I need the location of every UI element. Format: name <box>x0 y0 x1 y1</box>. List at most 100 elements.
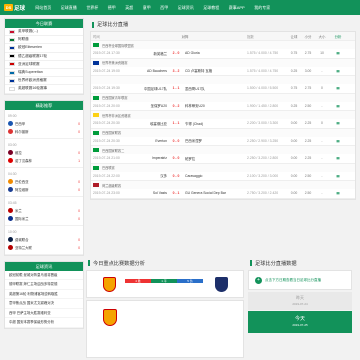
news-link[interactable]: 英超第16轮 利物浦客场逆转取胜 <box>5 290 83 299</box>
today-button[interactable]: 今天 2019-07-25 <box>248 311 352 333</box>
away-team: 诺丁汉森林 <box>15 159 32 163</box>
chart-icon[interactable]: ▮▮ <box>329 174 347 178</box>
nav-link-app[interactable]: 赛事APP <box>229 5 245 10</box>
news-link[interactable]: 德甲联赛 拜仁主场迎战多特蒙德 <box>5 280 83 290</box>
flag-icon <box>93 95 99 100</box>
match-score: 0 - 0 <box>172 138 180 143</box>
team-crest-icon <box>8 216 13 221</box>
today-leagues-title: 今日联赛 <box>5 19 83 28</box>
nav-link-seriea[interactable]: 意甲 <box>143 5 151 10</box>
league-item[interactable]: 世界杯欧洲资格赛 <box>5 77 83 86</box>
league-item[interactable]: 阿联酋 <box>5 36 83 45</box>
news-link[interactable]: 欧冠前瞻 曼城对阵皇马谁将晋级 <box>5 271 83 280</box>
nav-link-bundesliga[interactable]: 德甲 <box>108 5 116 10</box>
match-time: 2019-07-24 17:30 <box>93 51 120 56</box>
bigsmall-value: 0 <box>321 121 323 126</box>
nav-link-worldcup[interactable]: 世界杯 <box>86 5 98 10</box>
home-team: Imperatriz <box>151 156 167 161</box>
chart-icon[interactable]: ▮▮ <box>329 51 347 55</box>
home-score: 0 <box>78 237 80 242</box>
league-item[interactable]: 欧冠Eliteserien <box>5 44 83 53</box>
news-title: 足球资讯 <box>5 261 83 271</box>
match-time: 2019-07-24 21:00 <box>93 156 120 161</box>
league-item[interactable]: 瑞典Superettan <box>5 69 83 78</box>
header-analysis: 分析 <box>334 34 342 39</box>
team-crest-icon <box>8 150 13 155</box>
nav-link-news[interactable]: 足球资讯 <box>178 5 194 10</box>
match-score: 0 - 2 <box>172 103 180 108</box>
analysis-title: 今日重点比赛数据分析 <box>86 258 244 268</box>
home-team: 维拉 <box>15 151 22 155</box>
home-team: 新英格兰 <box>153 51 167 56</box>
nav-link-laliga[interactable]: 西甲 <box>160 5 168 10</box>
news-link[interactable]: 中超 国安本赛季保级形势分析 <box>5 318 83 328</box>
row-league: 巴西杯全球国际联盟赛 <box>91 41 355 49</box>
match-time: 10:00 <box>8 229 17 234</box>
total-value: 2.50 <box>304 103 312 108</box>
away-team: 巴西米涅罗 <box>185 139 202 144</box>
nav-link-home[interactable]: 网站首页 <box>35 5 51 10</box>
chart-icon[interactable]: ▮▮ <box>329 86 347 90</box>
chart-icon[interactable]: ▮▮ <box>329 191 347 195</box>
league-item[interactable]: 英甲联赛(...) <box>5 28 83 37</box>
table-row[interactable]: 世界杯非洲区资格赛 2019-07-24 20:30 埃塞俄比亚 1 - 1 乍得 (C… <box>91 111 355 129</box>
league-item[interactable]: 德乙超级联赛17轮 <box>5 53 83 61</box>
handicap-value: 0.00 <box>290 156 298 161</box>
team-crest-icon <box>8 208 13 213</box>
table-row[interactable]: 巴西杯全球国际联盟赛 2019-07-24 17:30 新英格兰 2 - 0 AD Gi… <box>91 41 355 59</box>
total-value: 2.25 <box>304 121 312 126</box>
table-row[interactable]: 巴西国家联赛 2019-07-24 20:30 Everton 0 - 0 巴西米涅罗 2… <box>91 128 355 146</box>
chart-icon[interactable]: ▮▮ <box>329 139 347 143</box>
recommend-match[interactable]: 03:00 维拉 0 诺丁汉森林 1 <box>5 139 83 168</box>
bigsmall-value: 10 <box>320 51 324 56</box>
yesterday-button[interactable]: 昨天 2019-07-24 <box>248 292 352 310</box>
recommend-match[interactable]: 09:00 巴西甲 0 科尔普斯 0 <box>5 110 83 139</box>
nav-link-live[interactable]: 足球直播 <box>61 5 77 10</box>
away-team: Caravaggio <box>185 173 203 178</box>
chart-icon[interactable]: ▮▮ <box>329 156 347 160</box>
recommend-match[interactable]: 10:00 费城联合 0 亚特兰大联 0 <box>5 226 83 255</box>
away-team: CD 卢塞斯特 瓦格 <box>185 69 213 74</box>
league-item[interactable]: 亚洲足球联赛 <box>5 61 83 69</box>
match-score: 1 - 1 <box>172 121 180 126</box>
table-row[interactable]: 2019-07-24 19:30 中国足球U17队 1 - 1 墨西哥U17队 1.50… <box>91 76 355 94</box>
analysis-card[interactable]: 4 胜 1 平 5 负 <box>86 270 244 298</box>
table-row[interactable]: 巴西联赛 2019-07-24 22:00 汉多 0 - 0 Caravaggio 2.1… <box>91 163 355 181</box>
match-score: 2 - 0 <box>172 51 180 56</box>
analysis-section: 今日重点比赛数据分析 4 胜 1 平 5 负 <box>86 258 244 360</box>
site-logo[interactable]: DS 足球 <box>4 4 25 12</box>
away-team: 阿拉维斯 <box>15 188 29 192</box>
news-link[interactable]: 意甲焦点战 国米尤文巅峰对决 <box>5 299 83 309</box>
match-time: 2019-07-24 20:00 <box>93 103 120 108</box>
table-row[interactable]: 巴西国家联赛二 2019-07-24 21:00 Imperatriz 0 - 0 帕罗… <box>91 146 355 164</box>
live-tip: + 点击下方日期查看当日足球比分直播 <box>248 270 352 290</box>
recommend-match[interactable]: 03:45 米兰 0 国际米兰 0 <box>5 197 83 226</box>
league-item[interactable]: 英超联赛16轮赛事 <box>5 85 83 94</box>
chart-icon[interactable]: ▮▮ <box>329 104 347 108</box>
nav-link-premier[interactable]: 英超 <box>125 5 133 10</box>
league-name: 欧冠Eliteserien <box>18 45 42 50</box>
odds-value: 1.575 / 4.000 / 4.750 <box>247 51 279 56</box>
table-row[interactable]: 世界杯美洲资格赛 2019-07-24 19:00 AD Bauchers 3 - 2… <box>91 58 355 76</box>
news-link[interactable]: 西甲 巴萨主场大胜赛维利亚 <box>5 309 83 318</box>
table-row[interactable]: 荷兰超级联赛 2019-07-24 23:00 Sol Vasts 0 - 1 GU G… <box>91 181 355 199</box>
match-line: 2019-07-24 17:30 新英格兰 2 - 0 AD Gioria 1.575 … <box>91 49 355 58</box>
nav-link-expert[interactable]: 我的专家 <box>254 5 270 10</box>
team-crest-icon <box>8 237 13 242</box>
chart-icon[interactable]: ▮▮ <box>329 121 347 125</box>
live-score-title: 足球比分直播 <box>90 18 356 31</box>
nav-link-tutorial[interactable]: 足球教程 <box>203 5 219 10</box>
home-team: Everton <box>155 138 167 143</box>
row-league <box>91 76 355 84</box>
chart-icon[interactable]: ▮▮ <box>329 69 347 73</box>
home-team: 米兰 <box>15 209 22 213</box>
table-row[interactable]: 巴西国家青年联赛 2019-07-24 20:00 圣保罗U20 0 - 2 科林蒂安U… <box>91 93 355 111</box>
away-team: 墨西哥U17队 <box>185 86 205 91</box>
flag-icon <box>9 70 15 75</box>
away-score: 0 <box>78 187 80 192</box>
team-crest-icon <box>8 158 13 163</box>
flag-icon <box>93 183 99 187</box>
recommend-match[interactable]: 04:30 巴伦西亚 0 阿拉维斯 0 <box>5 168 83 197</box>
league-name: 亚洲足球联赛 <box>18 61 40 66</box>
top-navbar: DS 足球 网站首页 足球直播 世界杯 德甲 英超 意甲 西甲 足球资讯 足球教… <box>0 0 360 15</box>
